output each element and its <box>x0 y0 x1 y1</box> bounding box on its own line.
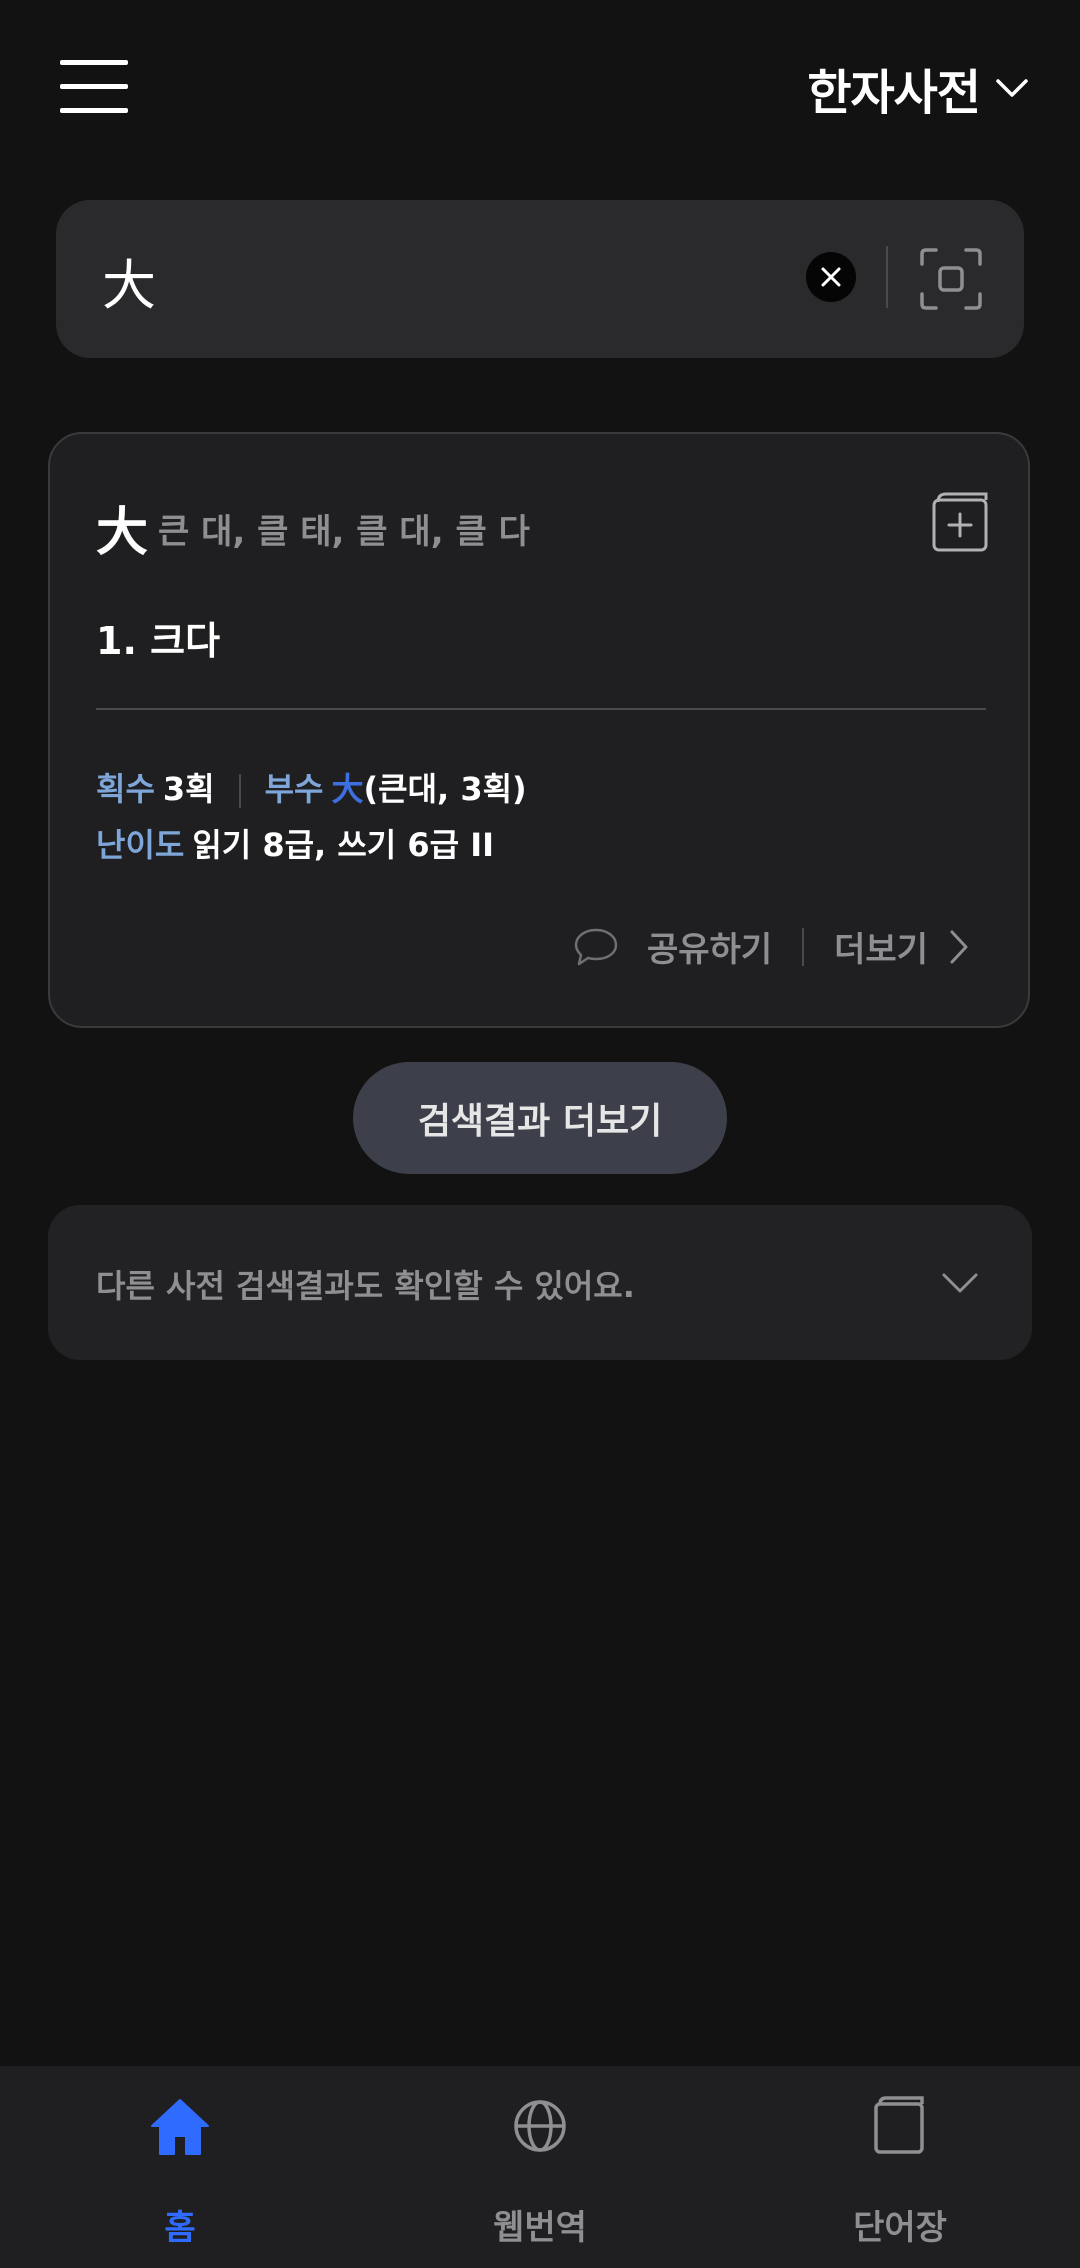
radical-desc: (큰대, 3획) <box>363 770 527 808</box>
book-icon <box>874 2096 924 2154</box>
more-button[interactable]: 더보기 <box>834 922 970 971</box>
action-separator <box>802 927 805 966</box>
search-divider <box>886 246 888 308</box>
meaning-item: 1. 크다 <box>96 619 221 663</box>
menu-line <box>60 84 128 89</box>
card-actions: 공유하기 더보기 <box>573 922 970 971</box>
stroke-radical-row: 획수 3획 부수 大(큰대, 3획) <box>96 764 527 810</box>
radical-link[interactable]: 大 <box>332 770 364 808</box>
chevron-down-icon <box>996 79 1028 97</box>
menu-line <box>60 60 128 65</box>
nav-item-web-translate[interactable]: 웹번역 <box>360 2066 720 2268</box>
share-button[interactable]: 공유하기 <box>573 922 772 971</box>
share-label: 공유하기 <box>647 930 773 970</box>
hanja-readings: 큰 대, 클 태, 클 대, 클 다 <box>158 512 530 552</box>
result-card[interactable]: 大 큰 대, 클 태, 클 대, 클 다 1. 크다 획수 3획 부수 大(큰대, 3… <box>48 432 1030 1028</box>
radical-label: 부수 <box>264 770 324 808</box>
clear-search-button[interactable] <box>806 252 856 302</box>
dictionary-selector[interactable]: 한자사전 <box>807 52 1030 124</box>
strokes-label: 획수 <box>96 770 155 808</box>
dictionary-title: 한자사전 <box>807 65 981 121</box>
chevron-down-icon <box>942 1273 978 1293</box>
menu-button[interactable] <box>58 58 130 114</box>
globe-icon <box>514 2100 566 2152</box>
close-icon <box>821 267 841 287</box>
more-search-results-button[interactable]: 검색결과 더보기 <box>353 1062 727 1174</box>
difficulty-row: 난이도 읽기 8급, 쓰기 6급 II <box>96 820 494 866</box>
difficulty-value: 읽기 8급, 쓰기 6급 II <box>192 826 495 864</box>
speech-bubble-icon <box>574 928 618 965</box>
strokes-value: 3획 <box>162 770 215 808</box>
menu-line <box>60 108 128 113</box>
nav-item-home[interactable]: 홈 <box>0 2066 360 2268</box>
difficulty-label: 난이도 <box>96 826 185 864</box>
home-icon <box>151 2099 209 2155</box>
bottom-navigation: 홈 웹번역 단어장 <box>0 2066 1080 2268</box>
chevron-right-icon <box>950 930 968 963</box>
scan-button[interactable] <box>916 244 986 314</box>
other-dictionaries-text: 다른 사전 검색결과도 확인할 수 있어요. <box>96 1267 635 1305</box>
nav-item-wordbook[interactable]: 단어장 <box>720 2066 1080 2268</box>
more-label: 더보기 <box>834 930 928 970</box>
search-input[interactable] <box>100 238 804 322</box>
wordbook-add-icon <box>932 492 988 552</box>
hanja-character: 大 <box>96 503 149 563</box>
scan-icon <box>920 248 982 310</box>
other-dictionaries-toggle[interactable]: 다른 사전 검색결과도 확인할 수 있어요. <box>48 1205 1032 1360</box>
add-to-wordbook-button[interactable] <box>930 490 990 554</box>
nav-label-home: 홈 <box>164 2208 196 2248</box>
nav-label-wordbook: 단어장 <box>853 2208 947 2248</box>
nav-label-web-translate: 웹번역 <box>493 2208 587 2248</box>
info-separator <box>238 774 241 808</box>
search-box <box>56 200 1024 358</box>
card-divider <box>96 708 986 710</box>
